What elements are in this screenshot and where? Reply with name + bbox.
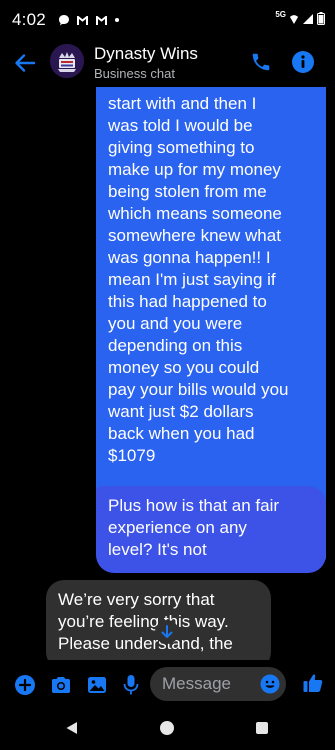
dynasty-logo-icon [50, 44, 84, 78]
phone-icon[interactable] [250, 51, 272, 73]
nav-back-icon[interactable] [64, 720, 80, 736]
scroll-down-arrow-icon[interactable] [154, 619, 180, 645]
navigation-bar [0, 708, 335, 750]
composer-bar [0, 660, 335, 708]
gmail-icon [96, 15, 107, 25]
outgoing-message[interactable]: Plus how is that an fair experience on a… [96, 486, 326, 573]
emoji-icon[interactable] [260, 674, 280, 694]
notification-icons [58, 14, 120, 26]
thumbs-up-icon[interactable] [302, 672, 324, 694]
message-text: We’re very sorry that you’re feeling thi… [58, 590, 233, 653]
dot-icon [115, 18, 119, 22]
back-arrow-icon[interactable] [14, 52, 36, 74]
system-status-icons: 5G [275, 10, 325, 25]
info-icon[interactable] [291, 50, 315, 74]
microphone-icon[interactable] [122, 674, 140, 696]
plus-icon[interactable] [14, 674, 36, 696]
gallery-icon[interactable] [86, 674, 108, 696]
chat-title[interactable]: Dynasty Wins [94, 44, 198, 64]
nav-home-icon[interactable] [159, 720, 175, 736]
chat-header: Dynasty Wins Business chat [0, 42, 335, 87]
status-bar: 4:02 5G [0, 0, 335, 42]
message-text: start with and then I was told I would b… [108, 94, 289, 465]
chat-bubble-icon [59, 15, 69, 26]
battery-icon [317, 12, 325, 25]
message-list[interactable]: start with and then I was told I would b… [0, 87, 335, 660]
chat-subtitle: Business chat [94, 66, 175, 81]
network-label: 5G [275, 10, 286, 19]
wifi-icon [290, 14, 298, 24]
status-time: 4:02 [12, 10, 46, 29]
signal-icon [303, 13, 313, 24]
avatar[interactable] [50, 44, 84, 78]
camera-icon[interactable] [50, 674, 72, 696]
gmail-icon [77, 15, 88, 25]
message-text: Plus how is that an fair experience on a… [108, 496, 280, 559]
nav-recents-icon[interactable] [255, 721, 269, 735]
